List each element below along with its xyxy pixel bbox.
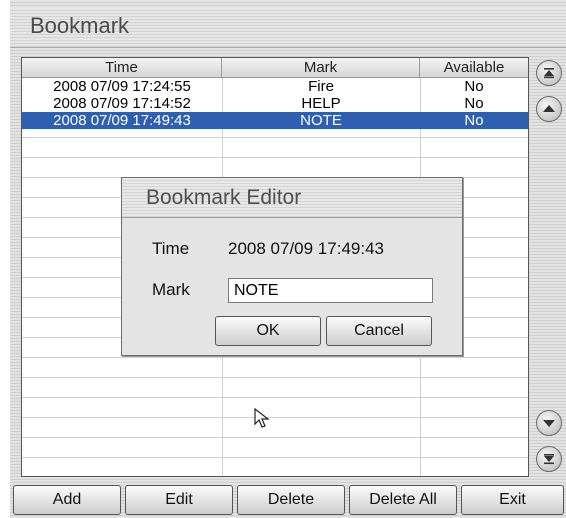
column-header-available[interactable]: Available [420, 58, 528, 77]
scroll-top-icon [544, 68, 554, 79]
scroll-up-button[interactable] [536, 96, 562, 122]
grid-hline [22, 377, 528, 378]
cell-time: 2008 07/09 17:14:52 [53, 95, 191, 112]
list-rows: 2008 07/09 17:24:55 Fire No 2008 07/09 1… [22, 78, 528, 129]
bottom-toolbar: Add Edit Delete Delete All Exit [10, 485, 566, 518]
cell-time: 2008 07/09 17:49:43 [53, 112, 191, 129]
mouse-pointer-icon [254, 407, 270, 428]
dialog-title: Bookmark Editor [146, 186, 302, 209]
scroll-down-icon [543, 420, 555, 427]
scroll-bottom-button[interactable] [536, 446, 562, 472]
window-title: Bookmark [30, 13, 130, 38]
column-header-mark[interactable]: Mark [222, 58, 420, 77]
cancel-button[interactable]: Cancel [326, 316, 432, 346]
grid-hline [22, 397, 528, 398]
exit-button[interactable]: Exit [461, 485, 564, 515]
ok-button[interactable]: OK [215, 316, 321, 346]
mark-label: Mark [152, 280, 190, 299]
time-value: 2008 07/09 17:49:43 [228, 239, 384, 258]
scroll-top-button[interactable] [536, 60, 562, 86]
grid-hline [22, 137, 528, 138]
cell-mark: HELP [301, 95, 341, 112]
dialog-title-bar: Bookmark Editor [122, 178, 462, 218]
table-row-selected[interactable]: 2008 07/09 17:49:43 NOTE No [22, 112, 528, 129]
cell-available: No [464, 78, 484, 95]
time-label: Time [152, 239, 190, 258]
table-row[interactable]: 2008 07/09 17:24:55 Fire No [22, 78, 528, 95]
column-header-time[interactable]: Time [22, 58, 222, 77]
grid-hline [22, 157, 528, 158]
scroll-bottom-icon [544, 454, 554, 465]
delete-button[interactable]: Delete [237, 485, 345, 515]
table-row[interactable]: 2008 07/09 17:14:52 HELP No [22, 95, 528, 112]
list-header: Time Mark Available [22, 58, 528, 78]
mark-input[interactable] [228, 278, 433, 303]
cell-mark: Fire [308, 78, 334, 95]
grid-hline [22, 357, 528, 358]
scroll-down-button[interactable] [536, 410, 562, 436]
cell-mark: NOTE [300, 112, 342, 129]
grid-hline [22, 417, 528, 418]
bookmark-window: Bookmark Time Mark Available 2008 07/09 … [10, 0, 566, 518]
edit-button[interactable]: Edit [125, 485, 233, 515]
cell-available: No [464, 112, 484, 129]
cell-available: No [464, 95, 484, 112]
scroll-up-icon [543, 105, 555, 112]
cell-time: 2008 07/09 17:24:55 [53, 78, 191, 95]
bookmark-editor-dialog: Bookmark Editor Time 2008 07/09 17:49:43… [121, 177, 463, 356]
delete-all-button[interactable]: Delete All [349, 485, 457, 515]
title-bar: Bookmark [10, 8, 566, 48]
grid-hline [22, 437, 528, 438]
add-button[interactable]: Add [13, 485, 121, 515]
grid-hline [22, 457, 528, 458]
